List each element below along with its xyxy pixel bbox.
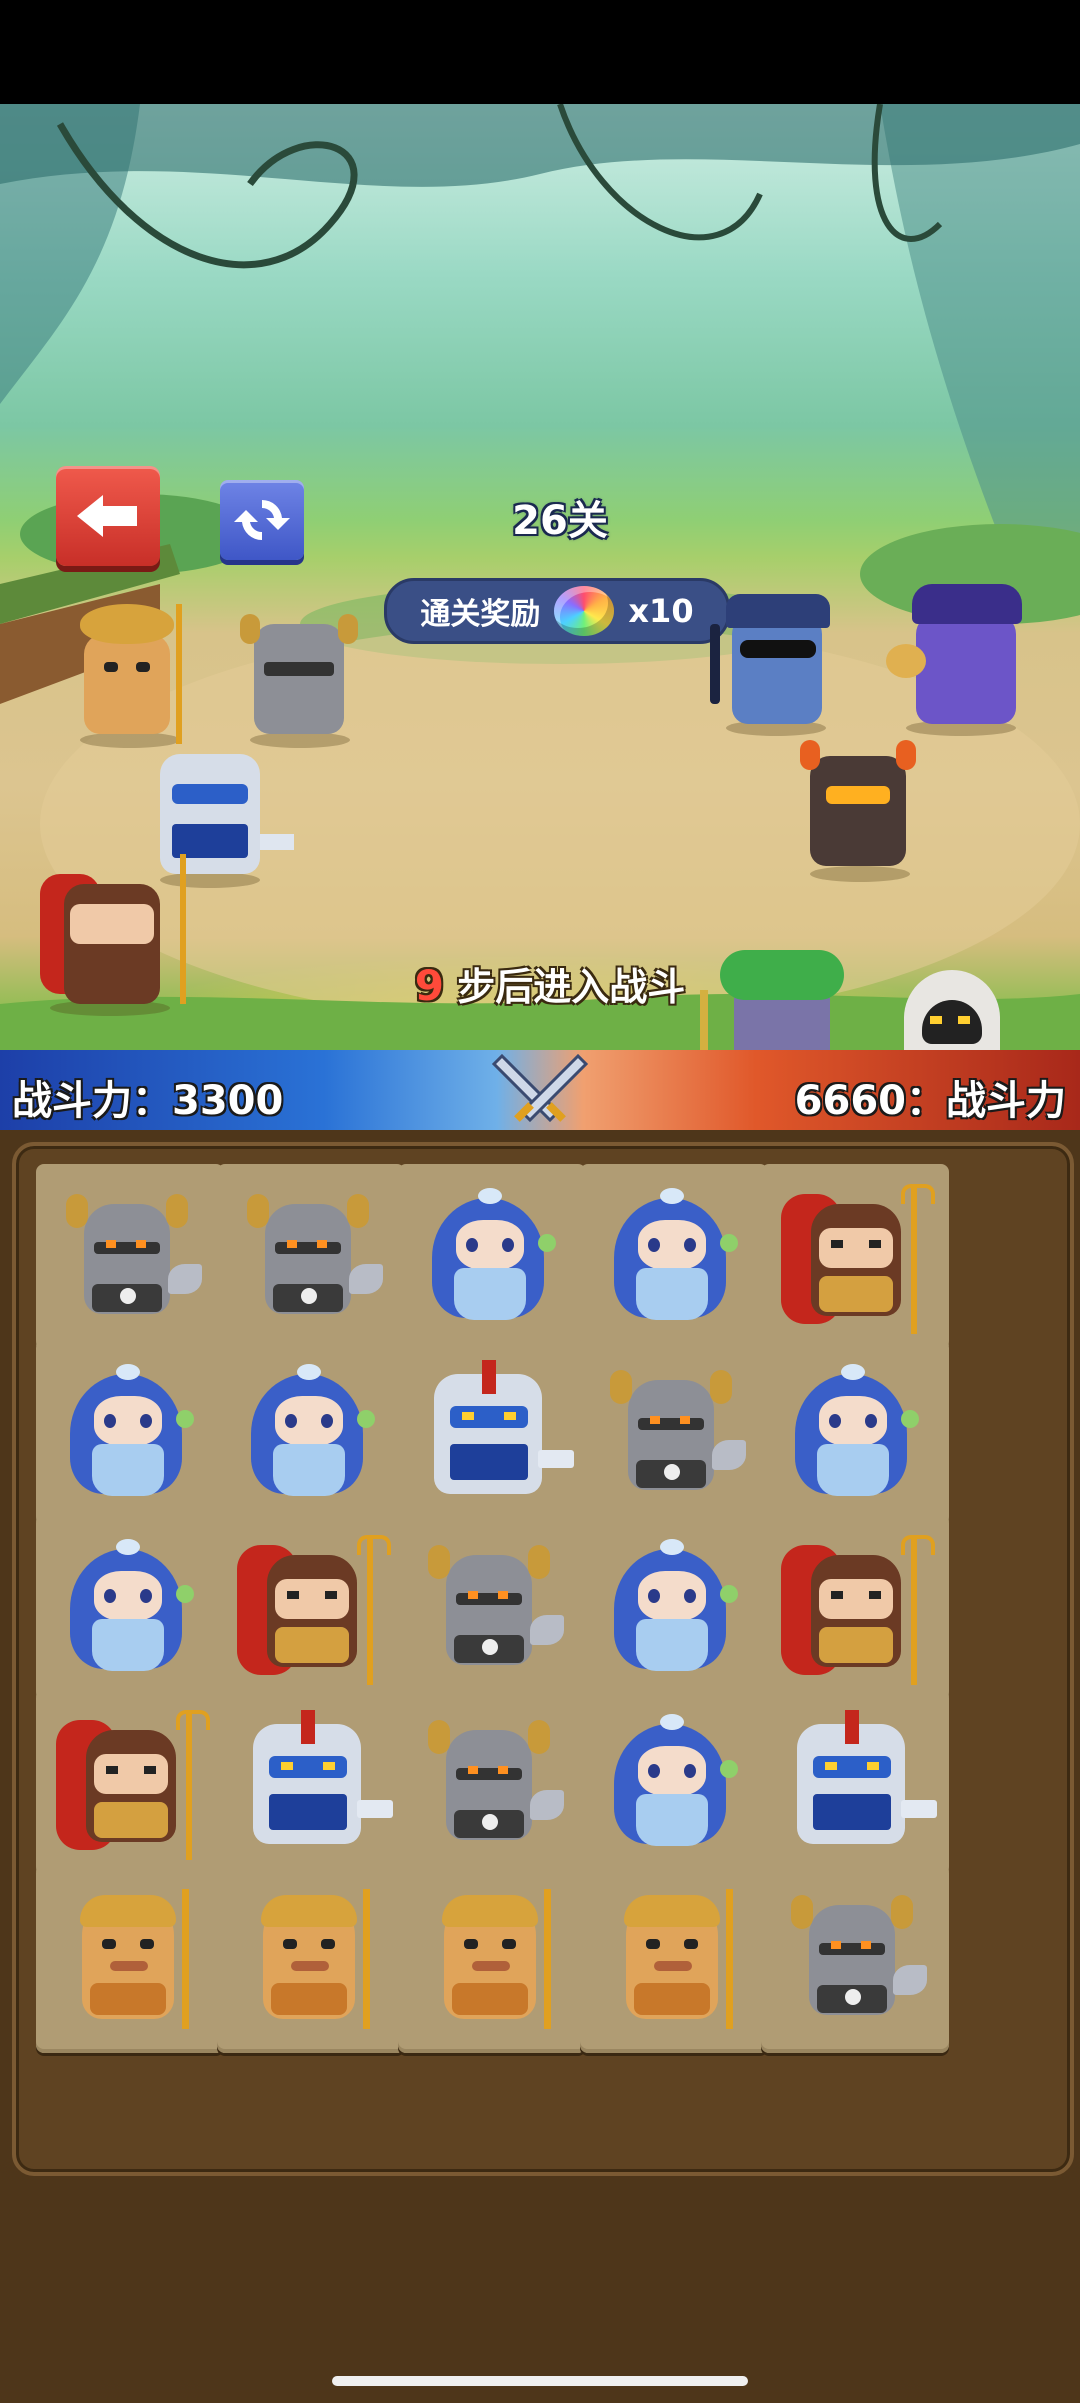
horned-knight-icon — [580, 1340, 768, 1528]
board-tile[interactable] — [36, 1340, 224, 1528]
ally-horned-knight — [240, 604, 370, 748]
board-tile[interactable] — [217, 1164, 405, 1352]
horned-knight-icon — [398, 1515, 586, 1703]
steps-count: 9 — [414, 961, 444, 1010]
horned-knight-icon — [36, 1164, 224, 1352]
red-warrior-icon — [36, 1690, 224, 1878]
horned-knight-icon — [761, 1865, 949, 2053]
robot-icon — [217, 1690, 405, 1878]
board-tile[interactable] — [761, 1690, 949, 1878]
monkey-king-icon — [217, 1865, 405, 2053]
robot-icon — [398, 1340, 586, 1528]
blue-princess-icon — [761, 1340, 949, 1528]
tile-board — [12, 1142, 1074, 2176]
reward-label: 通关奖励 — [420, 597, 541, 632]
board-tile[interactable] — [580, 1340, 768, 1528]
board-tile[interactable] — [36, 1164, 224, 1352]
board-tile[interactable] — [761, 1515, 949, 1703]
rainbow-gem-icon — [554, 586, 615, 636]
blue-princess-icon — [217, 1340, 405, 1528]
player-power: 战斗力：3300 — [12, 1078, 284, 1124]
red-warrior-icon — [761, 1164, 949, 1352]
status-bar — [0, 0, 1080, 104]
board-tile[interactable] — [398, 1164, 586, 1352]
level-title: 26关 — [512, 498, 608, 544]
robot-icon — [761, 1690, 949, 1878]
horned-knight-icon — [398, 1690, 586, 1878]
arrow-left-icon — [77, 495, 137, 537]
enemy-pirate-octopus — [886, 574, 1036, 736]
blue-princess-icon — [580, 1164, 768, 1352]
monkey-king-icon — [36, 1865, 224, 2053]
board-tile[interactable] — [398, 1515, 586, 1703]
blue-princess-icon — [580, 1515, 768, 1703]
board-tile[interactable] — [761, 1164, 949, 1352]
board-tile[interactable] — [217, 1515, 405, 1703]
blue-princess-icon — [36, 1340, 224, 1528]
refresh-icon — [234, 499, 290, 541]
board-tile[interactable] — [580, 1690, 768, 1878]
steps-to-battle: 9 步后进入战斗 — [380, 956, 720, 1011]
back-button[interactable] — [56, 466, 160, 566]
board-tile[interactable] — [36, 1690, 224, 1878]
clear-reward: 通关奖励 x10 — [384, 578, 730, 644]
enemy-police-officer — [706, 584, 836, 736]
board-tile[interactable] — [36, 1865, 224, 2053]
board-tile[interactable] — [761, 1865, 949, 2053]
board-tile[interactable] — [217, 1340, 405, 1528]
horned-knight-icon — [217, 1164, 405, 1352]
board-tile[interactable] — [580, 1164, 768, 1352]
red-warrior-icon — [761, 1515, 949, 1703]
board-tile[interactable] — [580, 1865, 768, 2053]
board-tile[interactable] — [398, 1865, 586, 2053]
enemy-hooded-mage — [894, 960, 1014, 1050]
board-tile[interactable] — [398, 1690, 586, 1878]
monkey-king-icon — [580, 1865, 768, 2053]
red-warrior-icon — [217, 1515, 405, 1703]
enemy-power: 6660：战斗力 — [794, 1078, 1066, 1124]
board-tile[interactable] — [217, 1865, 405, 2053]
board-tile[interactable] — [398, 1340, 586, 1528]
enemy-medusa-sprite — [700, 950, 860, 1050]
ally-monkey-king — [70, 604, 190, 748]
home-indicator[interactable] — [332, 2376, 748, 2386]
battle-scene: 26关 通关奖励 x10 9 步后进入战斗 — [0, 104, 1080, 1050]
reward-count: x10 — [628, 592, 694, 630]
monkey-king-icon — [398, 1865, 586, 2053]
board-tile[interactable] — [217, 1690, 405, 1878]
blue-princess-icon — [398, 1164, 586, 1352]
refresh-button[interactable] — [220, 480, 304, 560]
ally-red-warrior — [40, 854, 190, 1016]
enemy-lava-golem — [800, 740, 920, 882]
steps-label: 步后进入战斗 — [457, 965, 686, 1009]
board-tile[interactable] — [761, 1340, 949, 1528]
blue-princess-icon — [36, 1515, 224, 1703]
board-tile[interactable] — [36, 1515, 224, 1703]
blue-princess-icon — [580, 1690, 768, 1878]
power-bar: 战斗力：3300 6660：战斗力 — [0, 1050, 1080, 1130]
board-tile[interactable] — [580, 1515, 768, 1703]
crossed-swords-icon — [491, 1053, 589, 1123]
